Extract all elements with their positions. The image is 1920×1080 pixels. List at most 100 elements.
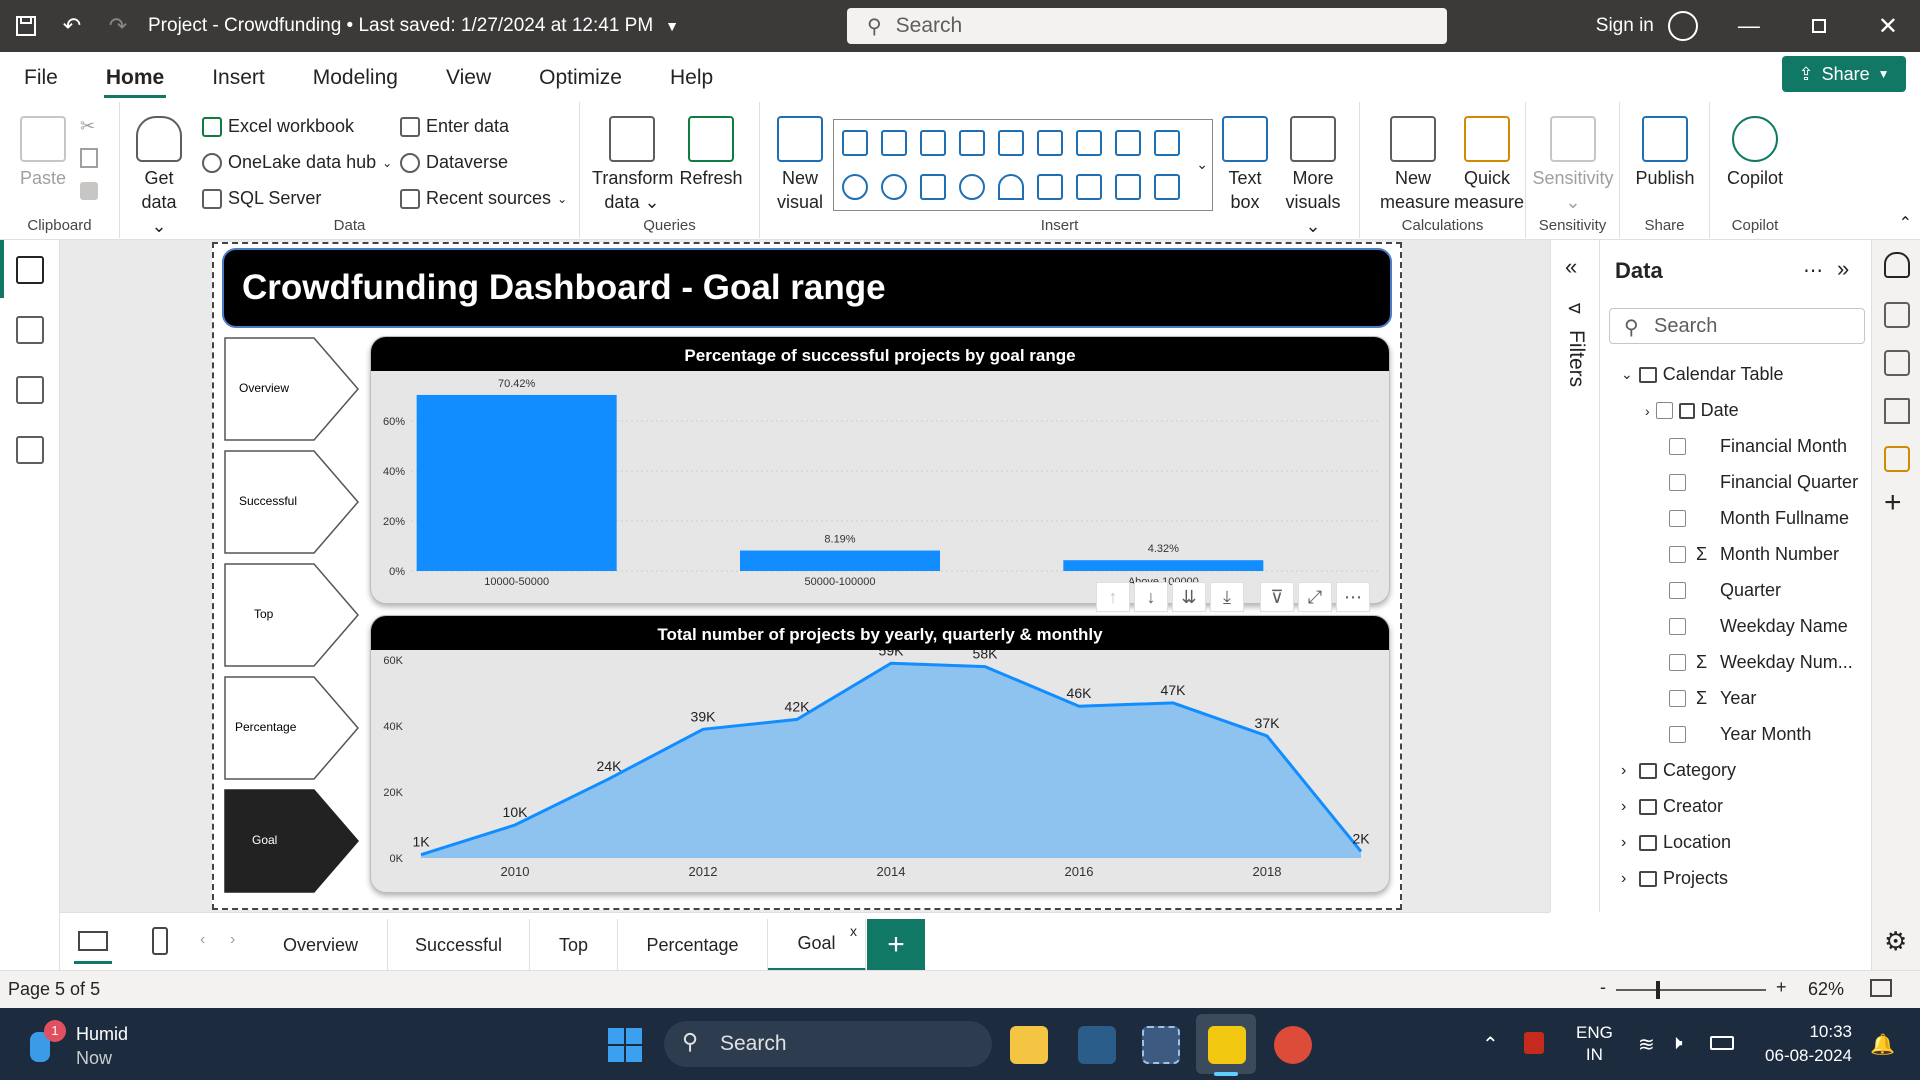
dataverse-button[interactable]: Dataverse [400,152,508,173]
refresh-button[interactable]: Refresh [678,116,744,190]
multirow-card-icon[interactable] [1076,174,1102,200]
drill-up-icon[interactable]: ↑ [1096,582,1130,612]
table-item[interactable]: › Projects [1621,868,1728,889]
format-pane-icon[interactable] [1884,350,1910,376]
next-page-icon[interactable]: › [230,931,235,949]
page-tab-successful[interactable]: Successful [388,919,530,971]
selection-pane-icon[interactable] [1884,446,1910,472]
more-options-icon[interactable]: ⋯ [1336,582,1370,612]
power-bi-icon[interactable] [1208,1026,1246,1064]
save-icon[interactable] [6,6,46,46]
100-column-icon[interactable] [1037,130,1063,156]
restore-icon[interactable] [1811,19,1826,33]
tab-modeling[interactable]: Modeling [289,66,422,98]
stacked-bar-icon[interactable] [842,130,868,156]
line-chart-icon[interactable] [1076,130,1102,156]
card-icon[interactable] [1037,174,1063,200]
data-search-input[interactable]: ⚲ Search [1609,308,1865,344]
nav-goal-button[interactable]: Goal [224,789,359,893]
snipping-tool-icon[interactable] [1142,1026,1180,1064]
tab-file[interactable]: File [0,66,82,98]
tray-app-icon[interactable] [1524,1032,1544,1054]
volume-muted-icon[interactable]: 🕨 [1670,1032,1683,1055]
report-view-icon[interactable] [16,256,44,284]
copy-icon[interactable] [80,148,98,168]
battery-icon[interactable] [1710,1036,1734,1050]
filter-icon[interactable]: ⊽ [1260,582,1294,612]
new-measure-button[interactable]: New measure [1380,116,1450,214]
table-item[interactable]: › Creator [1621,796,1723,817]
cut-icon[interactable]: ✂ [80,116,95,137]
sign-in-link[interactable]: Sign in [1596,15,1654,37]
expand-filters-icon[interactable]: « [1565,254,1577,280]
account-icon[interactable] [1667,11,1698,41]
weather-widget[interactable]: 1 Humid Now [24,1020,224,1068]
clustered-column-icon[interactable] [959,130,985,156]
add-page-button[interactable]: + [867,919,925,971]
donut-chart-icon[interactable] [881,174,907,200]
clustered-bar-icon[interactable] [920,130,946,156]
redo-icon[interactable]: ↷ [98,6,138,46]
windows-start-icon[interactable] [608,1028,642,1062]
settings-gear-icon[interactable]: ⚙ [1884,926,1907,957]
gauge-icon[interactable] [998,174,1024,200]
field-checkbox[interactable] [1669,474,1686,491]
enter-data-button[interactable]: Enter data [400,116,509,137]
zoom-in-button[interactable]: + [1776,977,1787,998]
field-item[interactable]: Year Month [1669,724,1811,745]
page-tab-overview[interactable]: Overview [254,919,388,971]
field-item[interactable]: Weekday Name [1669,616,1848,637]
language-indicator[interactable]: ENG IN [1576,1022,1613,1066]
page-tab-percentage[interactable]: Percentage [618,919,768,971]
map-icon[interactable] [959,174,985,200]
zoom-out-button[interactable]: - [1600,977,1606,998]
drill-down-icon[interactable]: ↓ [1134,582,1168,612]
tab-view[interactable]: View [422,66,515,98]
collapse-pane-icon[interactable]: » [1837,256,1849,282]
nav-top-button[interactable]: Top [224,563,359,667]
field-checkbox[interactable] [1669,654,1686,671]
format-painter-icon[interactable] [80,182,98,200]
prev-page-icon[interactable]: ‹ [200,931,205,949]
share-button[interactable]: ⇪ Share ▼ [1782,56,1906,92]
desktop-layout-icon[interactable] [78,931,108,951]
quick-measure-button[interactable]: Quick measure [1454,116,1524,214]
field-checkbox[interactable] [1669,582,1686,599]
table-calendar[interactable]: ⌄ Calendar Table [1621,364,1784,385]
nav-overview-button[interactable]: Overview [224,337,359,441]
field-item[interactable]: Financial Month [1669,436,1847,457]
page-tab-top[interactable]: Top [530,919,618,971]
field-checkbox[interactable] [1669,510,1686,527]
sql-server-button[interactable]: SQL Server [202,188,321,209]
field-item[interactable]: Σ Year [1669,688,1756,709]
wifi-icon[interactable]: ≋ [1638,1032,1655,1057]
field-item[interactable]: Quarter [1669,580,1781,601]
dax-query-view-icon[interactable] [16,436,44,464]
stacked-column-icon[interactable] [881,130,907,156]
field-date[interactable]: › Date [1645,400,1739,421]
area-chart-card[interactable]: Total number of projects by yearly, quar… [370,615,1390,893]
transform-data-button[interactable]: Transform data ⌄ [592,116,673,214]
zoom-slider-thumb[interactable] [1656,981,1660,999]
model-view-icon[interactable] [16,376,44,404]
field-checkbox[interactable] [1669,438,1686,455]
field-checkbox[interactable] [1669,618,1686,635]
copilot-button[interactable]: Copilot [1720,116,1790,190]
paste-button[interactable]: Paste [18,116,68,190]
field-item[interactable]: Σ Month Number [1669,544,1839,565]
next-level-icon[interactable]: ⇊ [1172,582,1206,612]
pie-chart-icon[interactable] [842,174,868,200]
mobile-layout-icon[interactable] [152,927,168,955]
visualizations-pane-icon[interactable] [1884,302,1910,328]
nav-percentage-button[interactable]: Percentage [224,676,359,780]
recent-sources-button[interactable]: Recent sources ⌄ [400,188,567,209]
matrix-icon[interactable] [1154,174,1180,200]
publish-button[interactable]: Publish [1630,116,1700,190]
bar-chart-card[interactable]: Percentage of successful projects by goa… [370,336,1390,604]
title-dropdown-icon[interactable]: ▼ [665,18,679,34]
field-item[interactable]: Σ Weekday Num... [1669,652,1853,673]
collapse-ribbon-icon[interactable]: ⌃ [1899,213,1912,233]
area-chart-icon[interactable] [1115,130,1141,156]
tab-optimize[interactable]: Optimize [515,66,646,98]
bookmarks-icon[interactable] [1884,398,1910,424]
